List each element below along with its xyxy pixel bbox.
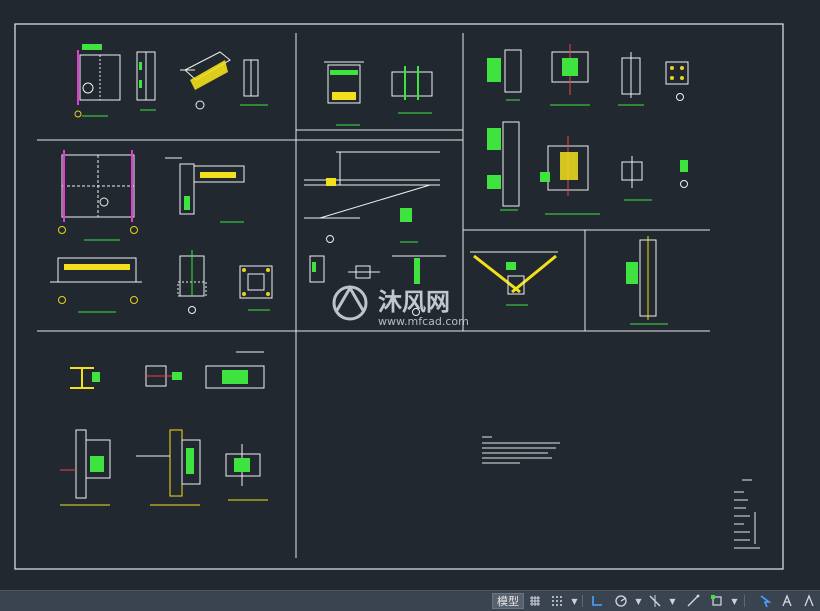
osnap-dropdown-icon[interactable]: ▼	[668, 593, 677, 609]
isodraft-icon[interactable]	[684, 593, 702, 609]
detail-moment-connection	[540, 136, 600, 215]
status-bar: 模型 ▼ ▼ ▼ ▼	[0, 590, 820, 611]
selection-icon[interactable]	[756, 593, 774, 609]
detail-anchor-box	[324, 61, 364, 126]
detail-bracket-2-2	[145, 365, 182, 387]
polar-icon[interactable]	[612, 593, 630, 609]
detail-anchor-plan	[239, 265, 273, 311]
osnap-track-icon[interactable]	[646, 593, 664, 609]
ucs-dropdown-icon[interactable]: ▼	[730, 593, 739, 609]
annotation-scale-icon[interactable]	[778, 593, 796, 609]
detail-splice-3-3	[205, 351, 265, 389]
title-block	[734, 479, 760, 549]
design-notes-block	[482, 436, 560, 464]
detail-stiffener	[621, 156, 688, 201]
detail-corbel	[165, 157, 245, 223]
grid-icon[interactable]	[526, 593, 544, 609]
detail-hbeam-section	[70, 367, 100, 389]
detail-embed-plate	[391, 66, 433, 114]
detail-beam-column-a	[487, 49, 522, 101]
detail-cantilever-truss	[304, 151, 440, 243]
detail-beam-column-c	[618, 52, 644, 106]
detail-bracket-isometric	[180, 51, 231, 110]
model-tab[interactable]: 模型	[492, 593, 524, 609]
detail-column-base	[74, 44, 121, 118]
detail-pedestal	[177, 250, 207, 314]
drawing-canvas[interactable]: 沐风网 www.mfcad.com	[0, 0, 820, 590]
detail-column-splice	[626, 236, 668, 325]
detail-column-elevation	[487, 121, 520, 211]
detail-plate-small	[240, 59, 268, 106]
detail-beam-column-b	[550, 44, 590, 106]
dynamic-ucs-icon[interactable]	[708, 593, 726, 609]
watermark-url: www.mfcad.com	[378, 315, 469, 328]
detail-footing-section	[50, 257, 142, 313]
snap-dropdown-icon[interactable]: ▼	[570, 593, 579, 609]
watermark: 沐风网 www.mfcad.com	[332, 285, 469, 328]
detail-gusset-plate	[225, 444, 268, 501]
detail-base-plate-plan	[58, 150, 138, 241]
detail-section-1-1	[136, 51, 156, 111]
watermark-logo-icon	[332, 285, 368, 321]
detail-knee-brace	[470, 251, 558, 306]
ortho-icon[interactable]	[588, 593, 606, 609]
detail-column-bracket-b	[136, 429, 201, 506]
detail-column-bracket-a	[60, 429, 111, 506]
workspace-icon[interactable]	[800, 593, 818, 609]
watermark-brand: 沐风网	[378, 288, 450, 316]
detail-bolt-pattern	[665, 61, 689, 101]
polar-dropdown-icon[interactable]: ▼	[634, 593, 643, 609]
panel-dividers	[37, 33, 710, 558]
snap-icon[interactable]	[548, 593, 566, 609]
